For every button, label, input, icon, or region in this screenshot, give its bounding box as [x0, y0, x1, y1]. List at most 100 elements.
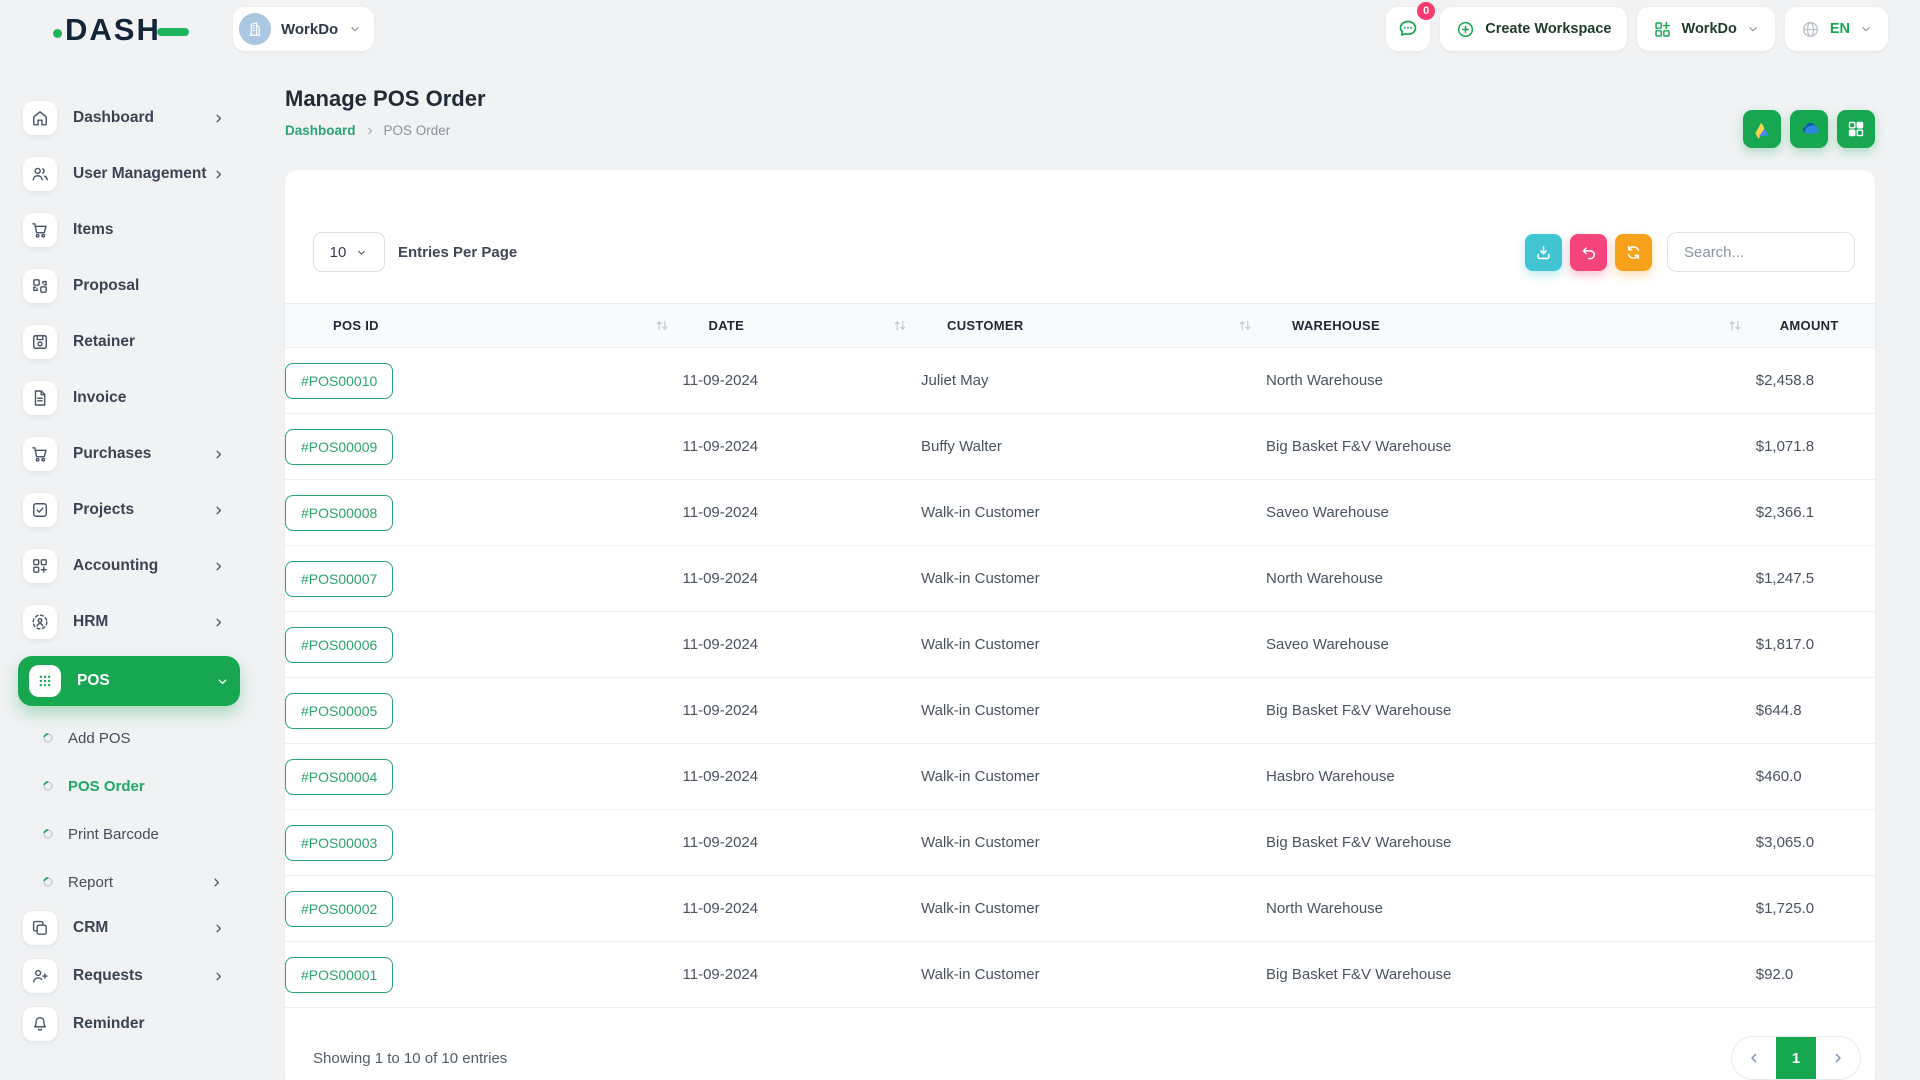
cart-icon: [23, 213, 57, 247]
pos-id-link[interactable]: #POS00008: [285, 495, 393, 531]
previous-page-button[interactable]: [1732, 1037, 1776, 1079]
retainer-icon: [23, 325, 57, 359]
sidebar-subitem-print-barcode[interactable]: Print Barcode: [42, 810, 230, 858]
table-row: #POS0000411-09-2024Walk-in CustomerHasbr…: [285, 744, 1875, 810]
pagination: 1: [1731, 1036, 1861, 1080]
sidebar-item-label: Projects: [73, 501, 211, 519]
table-row: #POS0000611-09-2024Walk-in CustomerSaveo…: [285, 612, 1875, 678]
chevron-right-icon: [211, 559, 226, 574]
google-drive-button[interactable]: [1743, 110, 1781, 148]
pos-id-link[interactable]: #POS00004: [285, 759, 393, 795]
workspace-menu-button[interactable]: WorkDo: [1637, 7, 1775, 51]
language-button[interactable]: EN: [1785, 7, 1888, 51]
sidebar-item-reminder[interactable]: Reminder: [23, 1002, 240, 1046]
sidebar-item-crm[interactable]: CRM: [23, 906, 240, 950]
column-header-customer[interactable]: CUSTOMER: [921, 304, 1266, 348]
chevron-right-icon: [364, 125, 376, 137]
order-amount: $3,065.0: [1756, 810, 1875, 876]
order-amount: $644.8: [1756, 678, 1875, 744]
language-label: EN: [1830, 21, 1850, 37]
chevron-left-icon: [1746, 1050, 1762, 1066]
logo[interactable]: DASH: [53, 12, 189, 48]
chevron-down-icon: [348, 22, 362, 36]
pos-id-link[interactable]: #POS00007: [285, 561, 393, 597]
pos-id-link[interactable]: #POS00002: [285, 891, 393, 927]
pos-id-link[interactable]: #POS00010: [285, 363, 393, 399]
sidebar-item-dashboard[interactable]: Dashboard: [23, 96, 240, 140]
warehouse-name: Big Basket F&V Warehouse: [1266, 678, 1756, 744]
sidebar-item-proposal[interactable]: Proposal: [23, 264, 240, 308]
toolbar-buttons: [1525, 234, 1652, 271]
sidebar-item-label: Items: [73, 221, 240, 239]
customer-name: Buffy Walter: [921, 414, 1266, 480]
messages-button[interactable]: 0: [1386, 7, 1430, 51]
showing-entries-text: Showing 1 to 10 of 10 entries: [313, 1050, 507, 1067]
order-amount: $460.0: [1756, 744, 1875, 810]
sidebar-subitem-add-pos[interactable]: Add POS: [42, 714, 230, 762]
refresh-button[interactable]: [1615, 234, 1652, 271]
pos-id-link[interactable]: #POS00009: [285, 429, 393, 465]
sidebar-item-purchases[interactable]: Purchases: [23, 432, 240, 476]
page-header: Manage POS Order Dashboard POS Order: [258, 58, 1920, 148]
sidebar-item-invoice[interactable]: Invoice: [23, 376, 240, 420]
customer-name: Walk-in Customer: [921, 810, 1266, 876]
create-workspace-button[interactable]: Create Workspace: [1440, 7, 1626, 51]
workspace-selector[interactable]: WorkDo: [233, 7, 374, 51]
sidebar-item-user-management[interactable]: User Management: [23, 152, 240, 196]
undo-icon: [1579, 243, 1598, 262]
pos-order-card: 10 Entries Per Page POS ID DATE CUSTOMER WA…: [285, 170, 1875, 1080]
refresh-icon: [1624, 243, 1643, 262]
sidebar-subitem-pos-order[interactable]: POS Order: [42, 762, 230, 810]
order-amount: $2,458.8: [1756, 348, 1875, 414]
column-label: DATE: [709, 318, 745, 333]
onedrive-button[interactable]: [1790, 110, 1828, 148]
sidebar-item-retainer[interactable]: Retainer: [23, 320, 240, 364]
current-page-button[interactable]: 1: [1776, 1037, 1816, 1079]
sidebar-item-projects[interactable]: Projects: [23, 488, 240, 532]
breadcrumb-dashboard-link[interactable]: Dashboard: [285, 123, 356, 138]
search-input[interactable]: [1667, 232, 1855, 272]
sidebar-item-label: Requests: [73, 967, 211, 985]
bullet-icon: [42, 780, 54, 792]
order-amount: $1,725.0: [1756, 876, 1875, 942]
pos-order-table: POS ID DATE CUSTOMER WAREHOUSEAMOUNT #POS00…: [285, 303, 1875, 1008]
column-label: CUSTOMER: [947, 318, 1024, 333]
column-header-warehouse[interactable]: WAREHOUSE: [1266, 304, 1756, 348]
chevron-right-icon: [211, 615, 226, 630]
chevron-right-icon: [211, 503, 226, 518]
sidebar-item-pos[interactable]: POS: [18, 656, 240, 706]
sidebar-item-requests[interactable]: Requests: [23, 954, 240, 998]
hrm-icon: [23, 605, 57, 639]
apps-grid-button[interactable]: [1837, 110, 1875, 148]
reset-button[interactable]: [1570, 234, 1607, 271]
warehouse-name: Saveo Warehouse: [1266, 480, 1756, 546]
entries-per-page-value: 10: [330, 244, 347, 261]
pos-id-link[interactable]: #POS00003: [285, 825, 393, 861]
column-header-amount[interactable]: AMOUNT: [1756, 304, 1875, 348]
pos-id-link[interactable]: #POS00005: [285, 693, 393, 729]
order-date: 11-09-2024: [683, 744, 922, 810]
order-amount: $1,817.0: [1756, 612, 1875, 678]
pos-id-link[interactable]: #POS00001: [285, 957, 393, 993]
table-footer: Showing 1 to 10 of 10 entries 1: [285, 1036, 1875, 1080]
order-date: 11-09-2024: [683, 348, 922, 414]
chevron-right-icon: [211, 969, 226, 984]
column-header-date[interactable]: DATE: [683, 304, 922, 348]
export-button[interactable]: [1525, 234, 1562, 271]
sidebar-subitem-report[interactable]: Report: [42, 858, 230, 906]
next-page-button[interactable]: [1816, 1037, 1860, 1079]
pos-id-link[interactable]: #POS00006: [285, 627, 393, 663]
column-header-pos-id[interactable]: POS ID: [285, 304, 683, 348]
sidebar-item-accounting[interactable]: Accounting: [23, 544, 240, 588]
sidebar-item-items[interactable]: Items: [23, 208, 240, 252]
order-amount: $2,366.1: [1756, 480, 1875, 546]
sidebar-subitem-label: Print Barcode: [68, 826, 230, 843]
order-date: 11-09-2024: [683, 480, 922, 546]
entries-per-page-label: Entries Per Page: [398, 244, 517, 261]
column-label: POS ID: [333, 318, 379, 333]
entries-per-page-select[interactable]: 10: [313, 232, 385, 272]
sidebar-item-label: Retainer: [73, 333, 240, 351]
warehouse-name: Big Basket F&V Warehouse: [1266, 942, 1756, 1008]
sidebar-item-hrm[interactable]: HRM: [23, 600, 240, 644]
sidebar-item-label: Invoice: [73, 389, 240, 407]
